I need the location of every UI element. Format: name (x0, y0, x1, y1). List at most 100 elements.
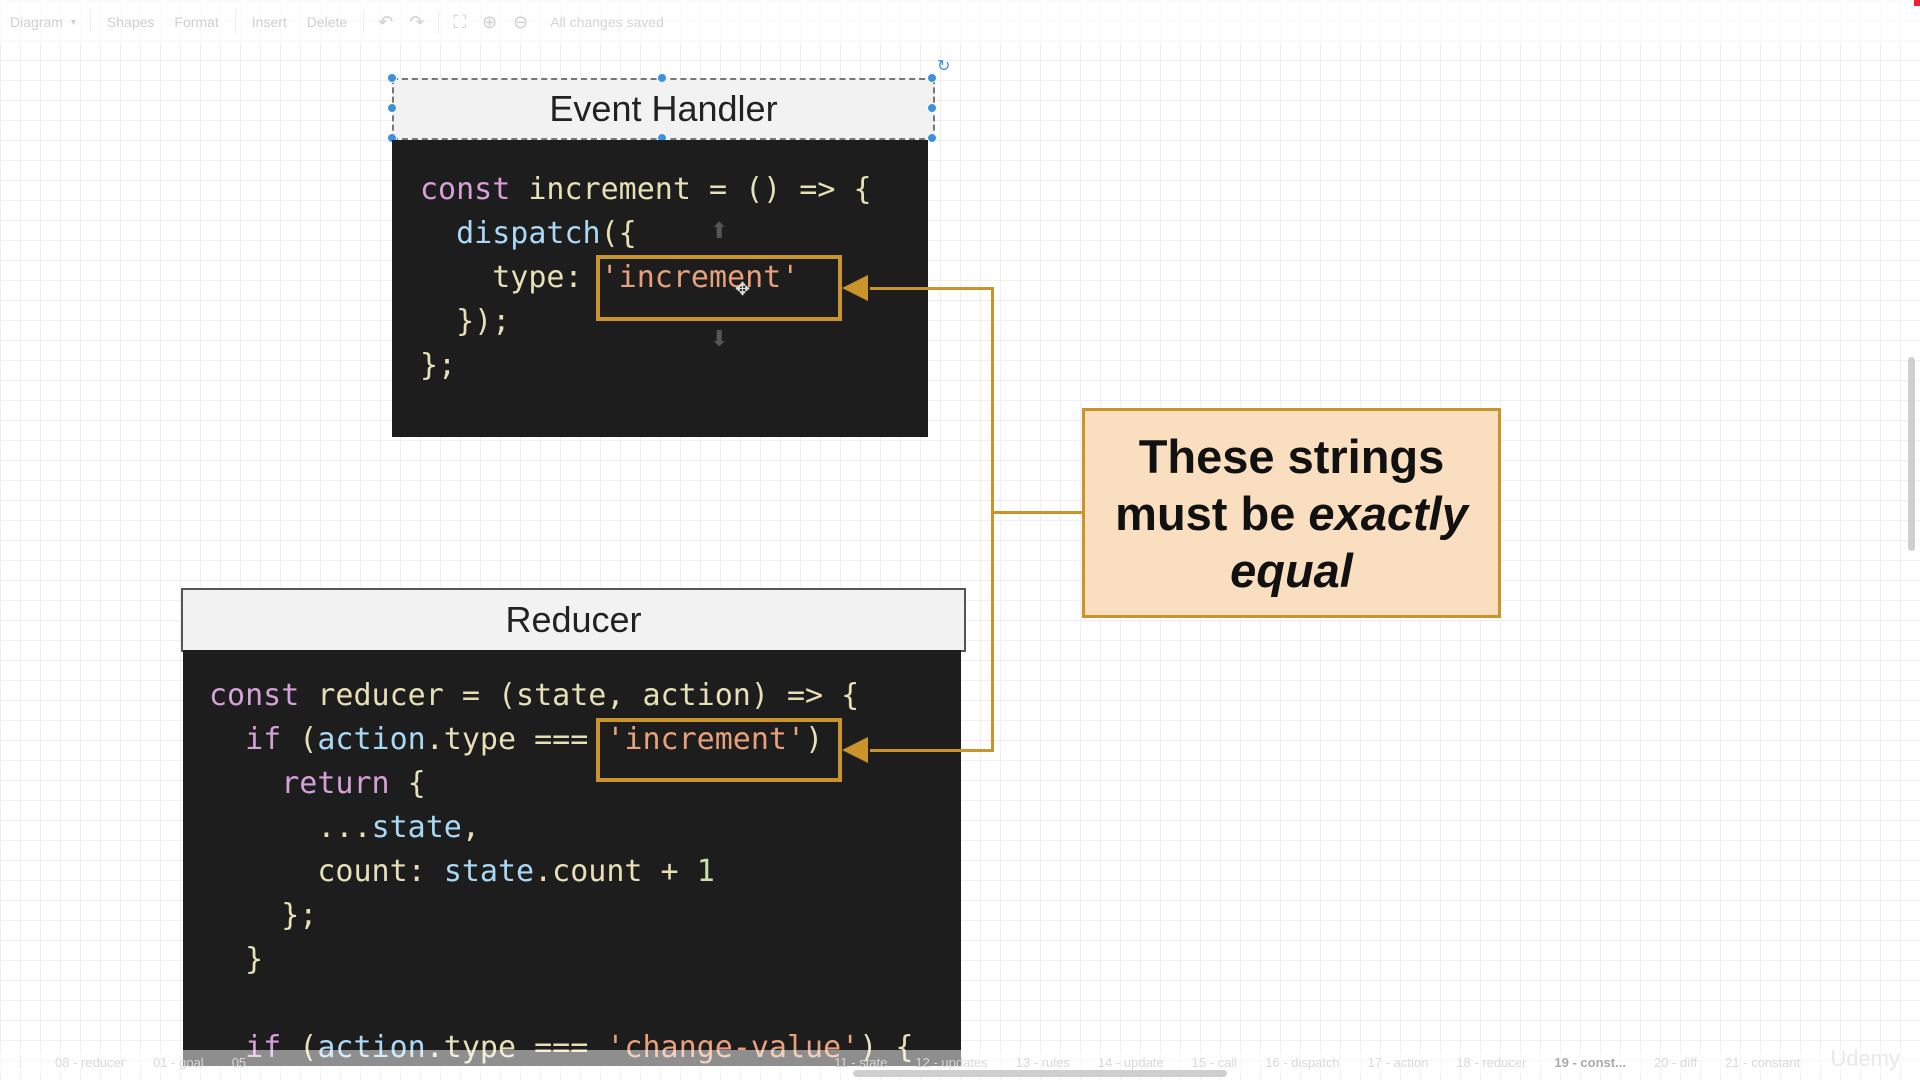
tab-page[interactable]: 05 (218, 1055, 260, 1070)
note-line-2a: must be (1115, 486, 1309, 540)
code-line: }; (209, 898, 317, 933)
selection-handle[interactable] (927, 103, 937, 113)
code-token: .type === (425, 722, 607, 757)
code-line: ...state, (209, 810, 480, 845)
string-highlight-event[interactable] (596, 255, 842, 321)
tab-page[interactable]: 12 - updates (901, 1055, 1001, 1070)
event-handler-title[interactable]: Event Handler (392, 78, 935, 140)
selection-handle[interactable] (927, 133, 937, 143)
toolbar-divider (234, 11, 236, 33)
tab-page-active[interactable]: 19 - const... (1540, 1055, 1640, 1070)
connector-line (870, 287, 994, 290)
format-button[interactable]: Format (164, 14, 228, 30)
connector-line (991, 287, 994, 752)
toolbar-divider (363, 11, 365, 33)
code-line: } (209, 942, 263, 977)
horizontal-scrollbar[interactable] (853, 1070, 1227, 1077)
page-tabs-menu-icon[interactable]: ⋮ (0, 1054, 41, 1070)
watermark-logo: Udemy (1830, 1046, 1900, 1071)
tab-page[interactable]: 08 - reducer (41, 1055, 139, 1070)
note-box[interactable]: These strings must be exactly equal (1082, 408, 1501, 618)
reducer-title[interactable]: Reducer (181, 588, 966, 652)
note-line-2: must be exactly (1115, 485, 1468, 542)
code-token: ( (281, 722, 318, 757)
code-token: { (389, 766, 426, 801)
selection-handle[interactable] (387, 73, 397, 83)
tab-page[interactable]: 20 - diff (1640, 1055, 1711, 1070)
code-token: }; (420, 348, 457, 383)
arrowhead-icon (842, 275, 868, 301)
tab-page[interactable]: 01 - goal (139, 1055, 218, 1070)
zoom-out-icon[interactable]: ⊖ (505, 12, 536, 33)
tab-page[interactable]: 17 - action (1354, 1055, 1443, 1070)
selection-handle[interactable] (927, 73, 937, 83)
shapes-button[interactable]: Shapes (97, 14, 164, 30)
code-line: const increment = () => { (420, 172, 872, 207)
code-token: }; (209, 898, 318, 933)
code-token: }); (420, 304, 511, 339)
code-token: type: (420, 260, 601, 295)
zoom-in-icon[interactable]: ⊕ (474, 12, 505, 33)
vertical-scrollbar[interactable] (1908, 357, 1915, 551)
connector-line (870, 749, 994, 752)
code-token: action (317, 722, 426, 757)
note-text: These strings must be exactly equal (1115, 428, 1468, 599)
arrowhead-icon (842, 737, 868, 763)
reducer-code: const reducer = (state, action) => { if … (183, 650, 961, 1066)
reducer-title-text: Reducer (505, 599, 642, 640)
tab-page[interactable]: 21 - constant (1711, 1055, 1814, 1070)
code-token: const (209, 678, 300, 713)
delete-button[interactable]: Delete (297, 14, 357, 30)
toolbar: Diagram ▾ Shapes Format Insert Delete ↶ … (0, 0, 1920, 44)
code-token: state (443, 854, 535, 889)
status-dot (1914, 0, 1920, 6)
code-line: count: state.count + 1 (209, 854, 715, 889)
code-token: .count + (534, 854, 697, 889)
code-token: ({ (600, 216, 637, 251)
arrow-up-icon: ⬆ (710, 218, 729, 243)
tab-page[interactable]: 11 - state (820, 1055, 901, 1070)
insert-button[interactable]: Insert (242, 14, 297, 30)
tab-page[interactable]: 16 - dispatch (1251, 1055, 1353, 1070)
chevron-down-icon[interactable]: ▾ (63, 17, 84, 28)
code-token: state (371, 810, 462, 845)
code-line: }); (420, 304, 510, 339)
note-line-3: equal (1115, 542, 1468, 599)
code-token: reducer = (state, action) => { (299, 678, 860, 713)
code-line: dispatch({ (420, 216, 637, 251)
toolbar-divider (89, 11, 91, 33)
tab-page[interactable]: 18 - reducer (1442, 1055, 1540, 1070)
note-emphasis: exactly (1308, 486, 1468, 540)
fullscreen-icon[interactable]: ⛶ (445, 12, 474, 33)
move-cursor-icon: ✥ (735, 279, 751, 299)
redo-icon[interactable]: ↷ (401, 12, 432, 33)
connector-line (991, 511, 1084, 514)
string-highlight-reducer[interactable] (596, 718, 842, 782)
tab-page[interactable]: 13 - rules (1002, 1055, 1084, 1070)
code-token: dispatch (456, 216, 601, 251)
save-status: All changes saved (550, 14, 664, 30)
code-line: return { (209, 766, 426, 801)
code-line: const reducer = (state, action) => { (209, 678, 859, 713)
tab-page[interactable]: 15 - call (1178, 1055, 1252, 1070)
tab-page[interactable]: 14 - update (1084, 1055, 1178, 1070)
undo-icon[interactable]: ↶ (370, 12, 401, 33)
code-line: }; (420, 348, 456, 383)
note-line-3-text: equal (1230, 543, 1353, 597)
selection-handle[interactable] (657, 73, 667, 83)
code-token: increment = () => { (510, 172, 872, 207)
note-line-1: These strings (1138, 429, 1445, 483)
code-token: 1 (696, 854, 715, 889)
arrow-down-icon: ⬇ (710, 326, 729, 351)
selection-handle[interactable] (387, 103, 397, 113)
code-token: ... (209, 810, 372, 845)
rotate-icon[interactable]: ↻ (937, 56, 950, 76)
code-token: } (209, 942, 264, 977)
toolbar-divider (438, 11, 440, 33)
event-handler-title-text: Event Handler (549, 88, 778, 129)
code-token: count: (209, 854, 444, 889)
code-token: if (245, 722, 282, 757)
